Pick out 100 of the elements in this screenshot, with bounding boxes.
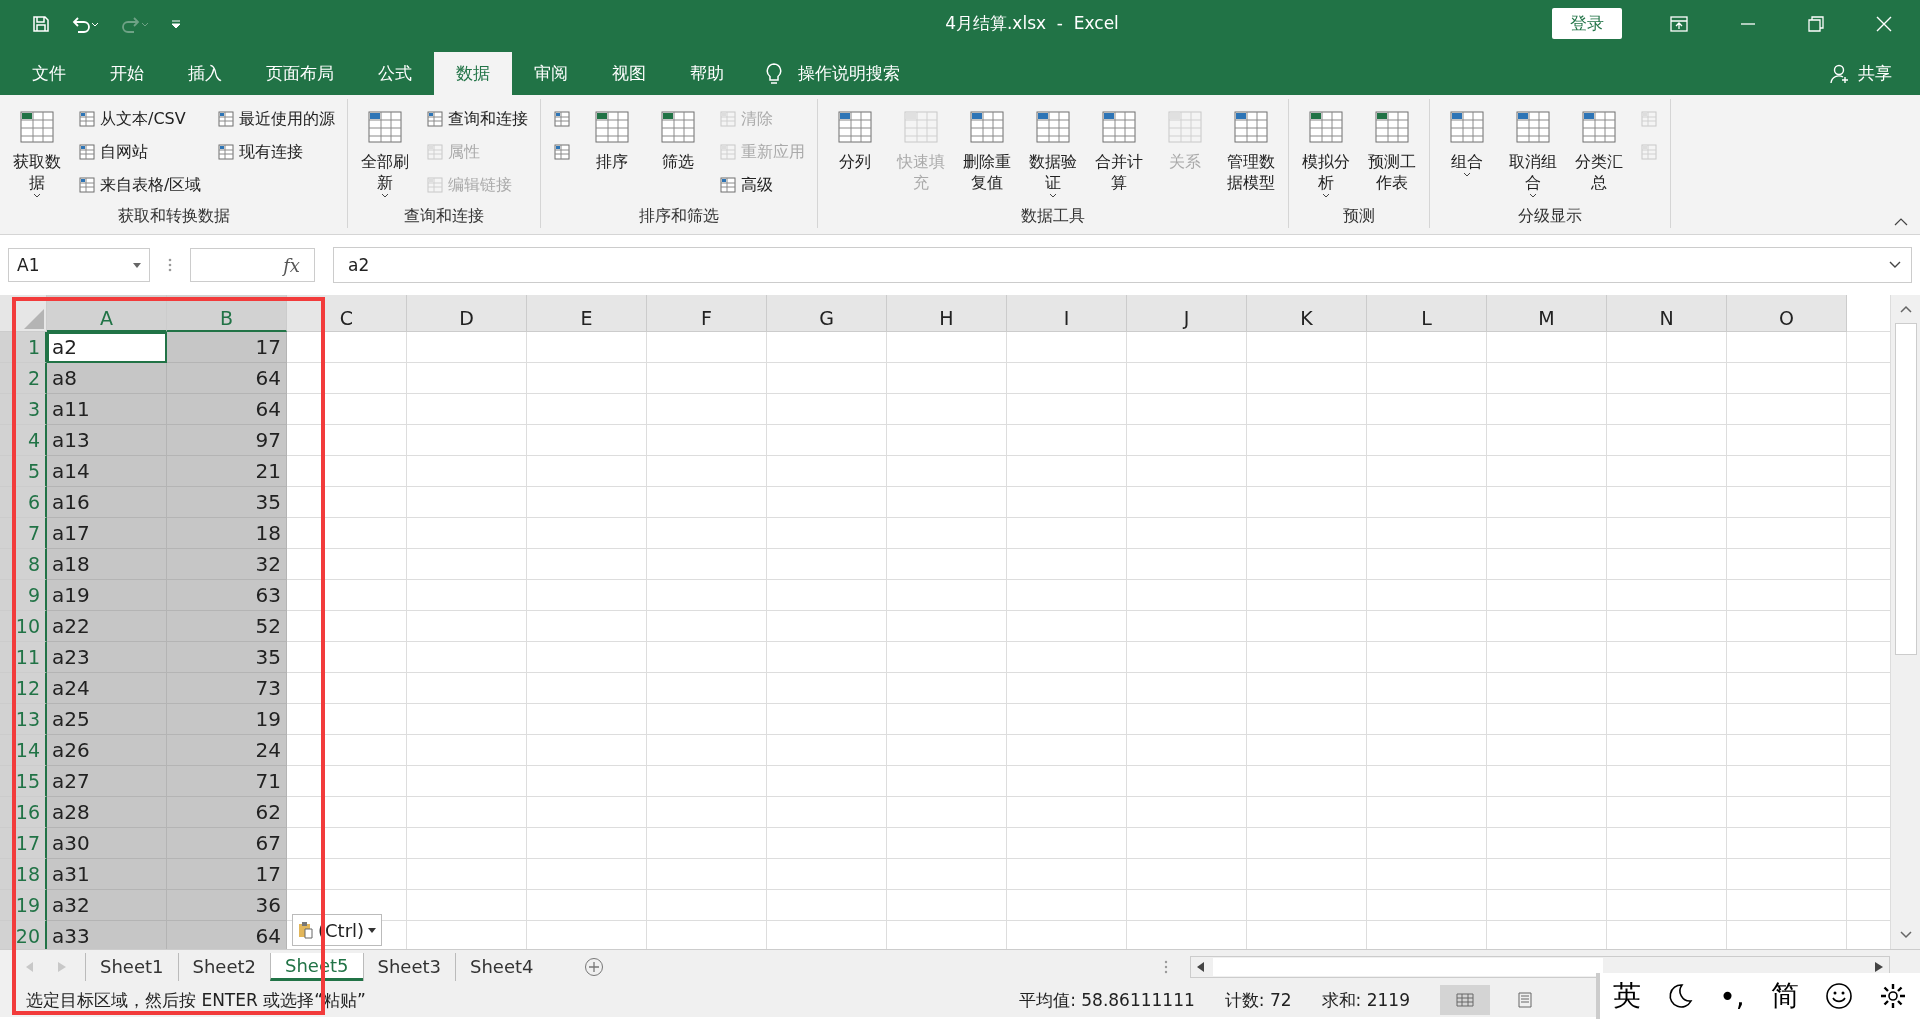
ime-button[interactable]: •, — [1719, 979, 1745, 1013]
ribbon-tab[interactable]: 帮助 — [668, 52, 746, 95]
ribbon-command[interactable]: 高级 — [719, 171, 806, 199]
ribbon-command[interactable]: 自网站 — [78, 138, 202, 166]
restore-icon[interactable] — [1808, 15, 1824, 32]
column-header[interactable]: E — [527, 295, 647, 332]
close-icon[interactable] — [1876, 15, 1892, 32]
column-header[interactable]: N — [1607, 295, 1727, 332]
sheet-tab[interactable]: Sheet4 — [455, 952, 548, 981]
row-header[interactable]: 6 — [0, 487, 47, 518]
ribbon-tab[interactable]: 文件 — [10, 52, 88, 95]
row-header[interactable]: 20 — [0, 921, 47, 949]
column-header[interactable]: D — [407, 295, 527, 332]
row-header[interactable]: 11 — [0, 642, 47, 673]
moon-icon[interactable] — [1667, 983, 1694, 1009]
ribbon-command[interactable]: 分类汇总 — [1568, 105, 1631, 206]
ribbon-command[interactable]: 管理数据模型 — [1220, 105, 1283, 206]
ribbon-command[interactable]: 最近使用的源 — [217, 105, 336, 133]
ribbon-command[interactable]: 筛选 — [647, 105, 710, 206]
row-header[interactable]: 3 — [0, 394, 47, 425]
row-header[interactable]: 4 — [0, 425, 47, 456]
name-box[interactable]: A1 — [8, 248, 150, 282]
scroll-left-icon[interactable] — [1197, 961, 1205, 972]
horizontal-scrollbar[interactable] — [1190, 955, 1890, 978]
ribbon-command[interactable]: 从文本/CSV — [78, 105, 202, 133]
sheet-tab[interactable]: Sheet3 — [362, 952, 455, 981]
row-header[interactable]: 13 — [0, 704, 47, 735]
ribbon-command[interactable]: 查询和连接 — [426, 105, 529, 133]
insert-function-button[interactable]: fx — [283, 254, 300, 276]
normal-view-button[interactable] — [1440, 985, 1490, 1015]
table-cell: a23 — [47, 642, 167, 673]
ribbon-command[interactable]: 排序 — [581, 105, 644, 206]
page-icon — [1518, 992, 1532, 1008]
ribbon-command[interactable]: 取消组合 — [1502, 105, 1565, 206]
add-sheet-icon[interactable] — [583, 956, 604, 977]
ribbon-command[interactable]: 现有连接 — [217, 138, 336, 166]
table-icon — [1640, 143, 1659, 161]
row-header[interactable]: 10 — [0, 611, 47, 642]
table-icon — [553, 143, 572, 161]
ribbon-command[interactable]: 分列 — [824, 105, 887, 206]
login-button[interactable]: 登录 — [1552, 8, 1622, 39]
column-header[interactable]: F — [647, 295, 767, 332]
column-header[interactable]: O — [1727, 295, 1847, 332]
ribbon-command[interactable]: 合并计算 — [1088, 105, 1151, 206]
ribbon-tab[interactable]: 数据 — [434, 52, 512, 95]
ribbon-tab[interactable]: 插入 — [166, 52, 244, 95]
row-header[interactable]: 15 — [0, 766, 47, 797]
tell-me-search[interactable]: 操作说明搜索 — [798, 62, 900, 85]
row-header[interactable]: 19 — [0, 890, 47, 921]
scroll-down-icon[interactable] — [1899, 931, 1912, 939]
collapse-ribbon-icon[interactable] — [1894, 218, 1908, 226]
scroll-up-icon[interactable] — [1899, 305, 1912, 313]
ribbon-tab[interactable]: 页面布局 — [244, 52, 356, 95]
caret-icon — [1463, 172, 1472, 178]
column-header[interactable]: H — [887, 295, 1007, 332]
ribbon-command[interactable]: 来自表格/区域 — [78, 171, 202, 199]
row-header[interactable]: 5 — [0, 456, 47, 487]
ribbon-command[interactable]: 数据验证 — [1022, 105, 1085, 206]
settings-icon[interactable] — [1878, 982, 1907, 1010]
table-cell: a25 — [47, 704, 167, 735]
row-header[interactable]: 1 — [0, 332, 47, 363]
column-header[interactable]: J — [1127, 295, 1247, 332]
row-header[interactable]: 2 — [0, 363, 47, 394]
ribbon-tab[interactable]: 审阅 — [512, 52, 590, 95]
ribbon-tab[interactable]: 视图 — [590, 52, 668, 95]
row-header[interactable]: 7 — [0, 518, 47, 549]
sheet-tab[interactable]: Sheet1 — [85, 952, 178, 981]
row-header[interactable]: 17 — [0, 828, 47, 859]
column-header[interactable]: L — [1367, 295, 1487, 332]
row-header[interactable]: 14 — [0, 735, 47, 766]
ribbon-tab[interactable]: 开始 — [88, 52, 166, 95]
ime-button[interactable]: 英 — [1613, 977, 1642, 1015]
ribbon-command[interactable]: 全部刷新 — [354, 105, 417, 206]
undo-icon[interactable] — [70, 14, 100, 33]
ribbon-command[interactable]: 模拟分析 — [1295, 105, 1358, 206]
ribbon-command[interactable]: 删除重复值 — [956, 105, 1019, 206]
row-header[interactable]: 18 — [0, 859, 47, 890]
column-header[interactable]: M — [1487, 295, 1607, 332]
save-icon[interactable] — [32, 14, 50, 33]
row-header[interactable]: 9 — [0, 580, 47, 611]
column-header[interactable]: G — [767, 295, 887, 332]
row-header[interactable]: 12 — [0, 673, 47, 704]
ribbon-tab[interactable]: 公式 — [356, 52, 434, 95]
formula-field[interactable]: a2 — [333, 247, 1912, 283]
row-header[interactable]: 16 — [0, 797, 47, 828]
ribbon-command[interactable]: 预测工作表 — [1361, 105, 1424, 206]
ribbon-command[interactable]: 获取数据 — [6, 105, 68, 206]
share-button[interactable]: 共享 — [1858, 62, 1892, 85]
column-header[interactable]: I — [1007, 295, 1127, 332]
scroll-right-icon[interactable] — [1875, 961, 1883, 972]
scrollbar-thumb[interactable] — [1894, 323, 1917, 655]
ribbon-display-icon[interactable] — [1670, 15, 1688, 32]
ime-button[interactable]: 简 — [1770, 977, 1799, 1015]
column-header[interactable]: K — [1247, 295, 1367, 332]
customize-icon[interactable] — [170, 17, 182, 30]
column-header[interactable]: C — [287, 295, 407, 332]
table-icon — [553, 110, 572, 128]
ribbon-command[interactable]: 组合 — [1436, 105, 1499, 206]
row-header[interactable]: 8 — [0, 549, 47, 580]
smiley-icon[interactable] — [1824, 982, 1853, 1010]
